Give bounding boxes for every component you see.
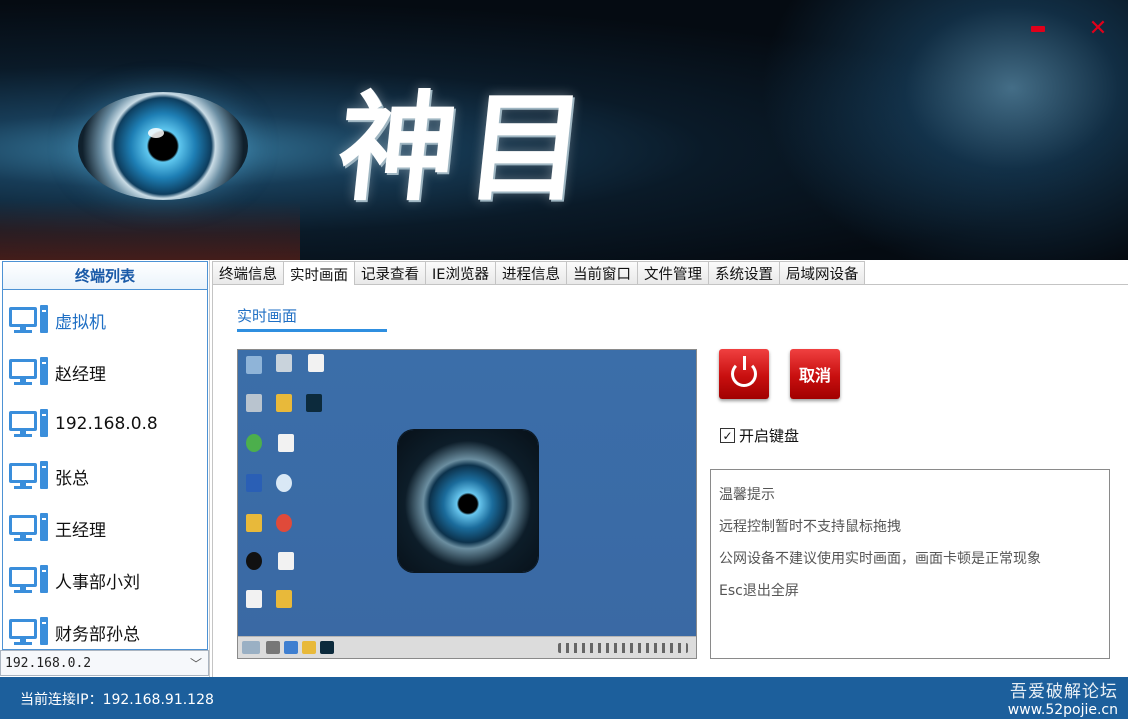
start-icon [242, 641, 260, 654]
terminal-panel: 终端列表 虚拟机 赵经理 192.168.0.8 张总 王经理 人事部小刘 财务… [0, 260, 210, 677]
taskbar-icon [284, 641, 298, 654]
section-title: 实时画面 [237, 307, 298, 325]
tip-line: Esc退出全屏 [719, 583, 799, 599]
tray-icons [558, 643, 688, 653]
terminal-item[interactable]: 虚拟机 [3, 294, 207, 346]
remote-desktop [238, 350, 696, 636]
computer-icon [9, 459, 49, 493]
desktop-icon [276, 590, 292, 608]
tab-records[interactable]: 记录查看 [354, 261, 425, 285]
app-title: 神目 [331, 77, 603, 217]
terminal-name: 人事部小刘 [55, 572, 140, 593]
taskbar-icon [320, 641, 334, 654]
terminal-item[interactable]: 192.168.0.8 [3, 398, 207, 450]
cancel-button[interactable]: 取消 [790, 349, 840, 399]
computer-icon [9, 615, 49, 649]
checkmark-icon: ✓ [720, 428, 735, 443]
desktop-icon [278, 434, 294, 452]
status-bar: 当前连接IP：192.168.91.128 吾爱破解论坛 www.52pojie… [0, 677, 1128, 719]
terminal-item[interactable]: 赵经理 [3, 346, 207, 398]
live-view-panel: 实时画面 取消 ✓ 开启键盘 温馨提示 远程控制暂时不支持鼠标拖拽 公网设备不建… [212, 285, 1128, 677]
tab-current-window[interactable]: 当前窗口 [565, 261, 637, 285]
eye-highlight [148, 128, 164, 138]
tips-box: 温馨提示 远程控制暂时不支持鼠标拖拽 公网设备不建议使用实时画面，画面卡顿是正常… [710, 469, 1110, 659]
taskbar-icon [302, 641, 316, 654]
terminal-item[interactable]: 张总 [3, 450, 207, 502]
ip-select-value: 192.168.0.2 [5, 655, 92, 671]
desktop-icon [276, 394, 292, 412]
minimize-icon [1031, 26, 1045, 32]
tips-title: 温馨提示 [719, 487, 775, 503]
network-art [760, 0, 1128, 260]
desktop-icon [276, 354, 292, 372]
enable-keyboard-checkbox[interactable]: ✓ 开启键盘 [720, 425, 799, 446]
city-glow [0, 200, 300, 260]
desktop-icon [246, 590, 262, 608]
computer-icon [9, 355, 49, 389]
tab-live-view[interactable]: 实时画面 [283, 261, 354, 286]
watermark: 吾爱破解论坛 www.52pojie.cn [1008, 677, 1118, 718]
power-button[interactable] [719, 349, 769, 399]
remote-eye-window [398, 430, 538, 572]
terminal-name: 财务部孙总 [55, 624, 140, 645]
terminal-list-header: 终端列表 [2, 261, 208, 290]
computer-icon [9, 563, 49, 597]
tip-line: 公网设备不建议使用实时画面，画面卡顿是正常现象 [719, 551, 1041, 567]
eye-art [78, 92, 248, 200]
taskbar-icon [266, 641, 280, 654]
section-underline [237, 329, 387, 332]
terminal-name: 虚拟机 [55, 312, 106, 333]
tab-system-settings[interactable]: 系统设置 [707, 261, 779, 285]
minimize-button[interactable] [1026, 18, 1050, 40]
watermark-title: 吾爱破解论坛 [1010, 682, 1118, 702]
desktop-icon [246, 356, 262, 374]
connection-status: 当前连接IP：192.168.91.128 [20, 692, 214, 708]
watermark-url: www.52pojie.cn [1007, 702, 1118, 718]
close-button[interactable]: ✕ [1086, 18, 1110, 40]
tab-lan-devices[interactable]: 局域网设备 [778, 261, 866, 285]
desktop-icon [276, 474, 292, 492]
terminal-item[interactable]: 王经理 [3, 502, 207, 554]
terminal-name: 王经理 [55, 520, 106, 541]
desktop-icon [246, 394, 262, 412]
tab-bar: 终端信息 实时画面 记录查看 IE浏览器 进程信息 当前窗口 文件管理 系统设置… [212, 261, 1128, 286]
desktop-icon [278, 552, 294, 570]
terminal-item[interactable]: 财务部孙总 [3, 606, 207, 649]
remote-screen[interactable] [237, 349, 697, 659]
desktop-icon [246, 552, 262, 570]
desktop-icon [246, 434, 262, 452]
header-banner: 神目 ✕ [0, 0, 1128, 260]
terminal-name: 赵经理 [55, 364, 106, 385]
enable-keyboard-label: 开启键盘 [739, 427, 800, 445]
terminal-list[interactable]: 虚拟机 赵经理 192.168.0.8 张总 王经理 人事部小刘 财务部孙总 ▼ [2, 290, 208, 650]
terminal-name: 张总 [55, 468, 89, 489]
remote-taskbar [238, 636, 696, 658]
tab-terminal-info[interactable]: 终端信息 [212, 261, 283, 285]
tab-processes[interactable]: 进程信息 [494, 261, 566, 285]
terminal-name: 192.168.0.8 [55, 414, 158, 434]
terminal-item[interactable]: 人事部小刘 [3, 554, 207, 606]
computer-icon [9, 511, 49, 545]
desktop-icon [276, 514, 292, 532]
computer-icon [9, 407, 49, 441]
tab-ie-browser[interactable]: IE浏览器 [425, 261, 495, 285]
close-icon: ✕ [1088, 16, 1108, 41]
computer-icon [9, 303, 49, 337]
tip-line: 远程控制暂时不支持鼠标拖拽 [719, 519, 901, 535]
desktop-icon [306, 394, 322, 412]
desktop-icon [308, 354, 324, 372]
desktop-icon [246, 514, 262, 532]
ip-select[interactable]: 192.168.0.2 ﹀ [0, 650, 209, 676]
power-icon [731, 356, 757, 387]
tab-file-manager[interactable]: 文件管理 [636, 261, 708, 285]
chevron-down-icon: ﹀ [189, 656, 202, 671]
desktop-icon [246, 474, 262, 492]
